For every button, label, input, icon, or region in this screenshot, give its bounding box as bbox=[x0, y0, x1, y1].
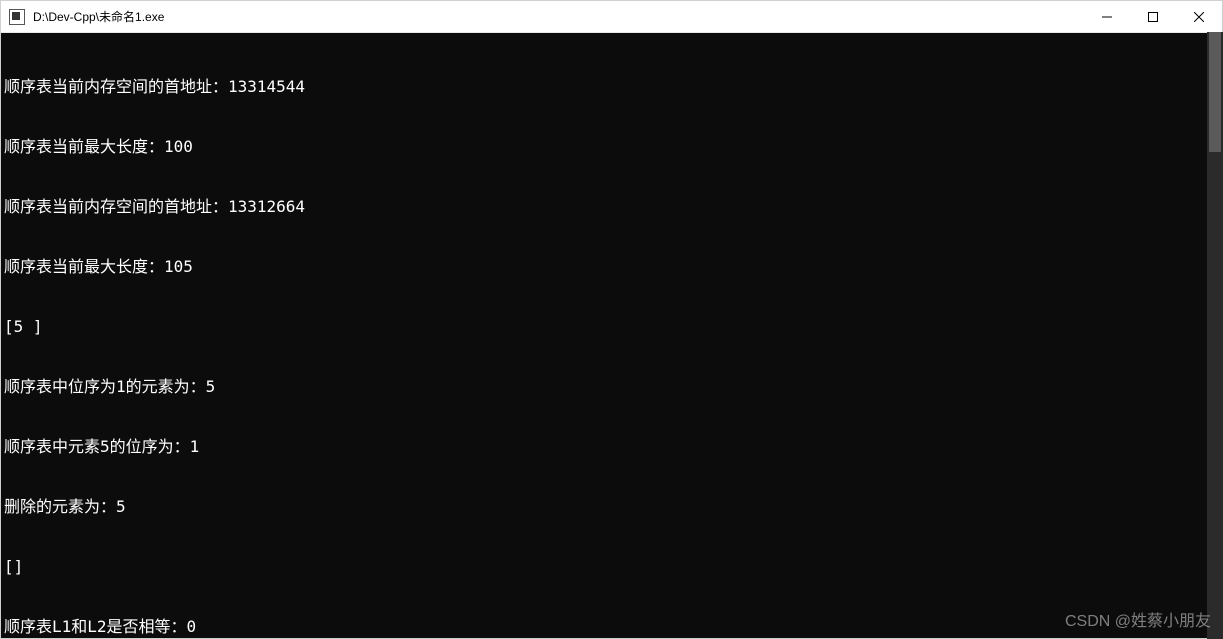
console-line: 顺序表当前最大长度：100 bbox=[4, 137, 1222, 157]
maximize-icon bbox=[1148, 12, 1158, 22]
minimize-icon bbox=[1102, 12, 1112, 22]
close-icon bbox=[1194, 12, 1204, 22]
app-icon bbox=[9, 9, 25, 25]
titlebar[interactable]: D:\Dev-Cpp\未命名1.exe bbox=[1, 1, 1222, 33]
console-output[interactable]: 顺序表当前内存空间的首地址：13314544 顺序表当前最大长度：100 顺序表… bbox=[1, 33, 1222, 638]
scrollbar-thumb[interactable] bbox=[1209, 32, 1221, 152]
window-controls bbox=[1084, 1, 1222, 32]
console-line: 顺序表L1和L2是否相等：0 bbox=[4, 617, 1222, 637]
vertical-scrollbar[interactable] bbox=[1207, 32, 1223, 639]
console-line: 顺序表当前最大长度：105 bbox=[4, 257, 1222, 277]
titlebar-left: D:\Dev-Cpp\未命名1.exe bbox=[1, 8, 164, 25]
console-line: 顺序表当前内存空间的首地址：13314544 bbox=[4, 77, 1222, 97]
minimize-button[interactable] bbox=[1084, 1, 1130, 32]
console-line: [] bbox=[4, 557, 1222, 577]
close-button[interactable] bbox=[1176, 1, 1222, 32]
window-title: D:\Dev-Cpp\未命名1.exe bbox=[33, 8, 164, 25]
console-line: 顺序表当前内存空间的首地址：13312664 bbox=[4, 197, 1222, 217]
console-line: 顺序表中元素5的位序为：1 bbox=[4, 437, 1222, 457]
maximize-button[interactable] bbox=[1130, 1, 1176, 32]
console-line: [5 ] bbox=[4, 317, 1222, 337]
console-line: 顺序表中位序为1的元素为：5 bbox=[4, 377, 1222, 397]
app-window: D:\Dev-Cpp\未命名1.exe 顺序表当前内存空间的首地址：133145… bbox=[0, 0, 1223, 639]
console-line: 删除的元素为：5 bbox=[4, 497, 1222, 517]
